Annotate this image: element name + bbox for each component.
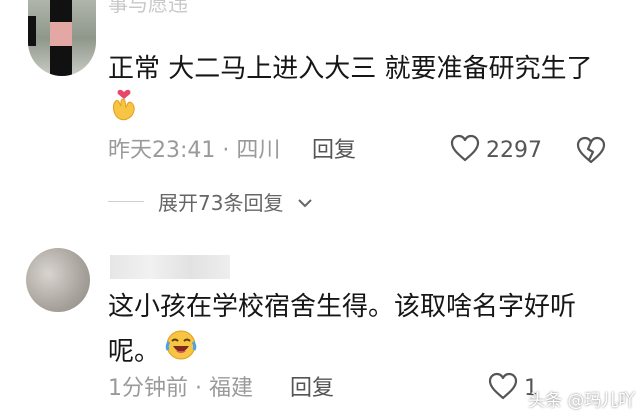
meta-separator: ·: [195, 376, 202, 401]
like-count: 2297: [486, 137, 542, 163]
reply-button[interactable]: 回复: [290, 374, 334, 404]
mosaic-block: [50, 46, 72, 76]
broken-heart-icon[interactable]: [576, 136, 606, 168]
comment-text-line: 这小孩在学校宿舍生得。该取啥名字好听: [108, 292, 577, 322]
like-button[interactable]: 2297: [450, 134, 542, 166]
mosaic-block: [50, 22, 72, 46]
heart-icon: [450, 134, 480, 166]
expand-replies-label: 展开73条回复: [158, 191, 284, 215]
mosaic-block: [50, 0, 72, 22]
comment-location: 四川: [236, 138, 281, 163]
meta-separator: ·: [222, 138, 230, 163]
comment-text: 这小孩在学校宿舍生得。该取啥名字好听 呢。: [108, 286, 628, 375]
comment-time: 昨天23:41: [108, 138, 216, 163]
blurred-username[interactable]: [110, 255, 230, 279]
comment-time: 1分钟前: [108, 376, 188, 401]
avatar[interactable]: [28, 0, 96, 76]
divider: [108, 201, 144, 202]
chevron-down-icon: [297, 190, 313, 214]
laughing-crying-emoji-icon: [164, 328, 198, 375]
avatar[interactable]: [26, 248, 90, 312]
comment-text: 正常 大二马上进入大三 就要准备研究生了: [108, 54, 593, 84]
heart-icon: [488, 372, 518, 404]
reply-button[interactable]: 回复: [312, 136, 356, 166]
comment-meta: 1分钟前 · 福建: [108, 374, 253, 404]
comment-meta: 昨天23:41 · 四川: [108, 136, 280, 166]
comment-text-line: 呢。: [108, 336, 161, 367]
expand-replies-link[interactable]: 展开73条回复: [108, 187, 313, 216]
comment-location: 福建: [209, 376, 254, 401]
comment-username[interactable]: 事与愿违: [108, 0, 188, 18]
mosaic-block: [28, 16, 36, 46]
watermark: 头条 @玛儿吖: [528, 391, 636, 411]
heart-hands-emoji-icon: [110, 88, 138, 122]
